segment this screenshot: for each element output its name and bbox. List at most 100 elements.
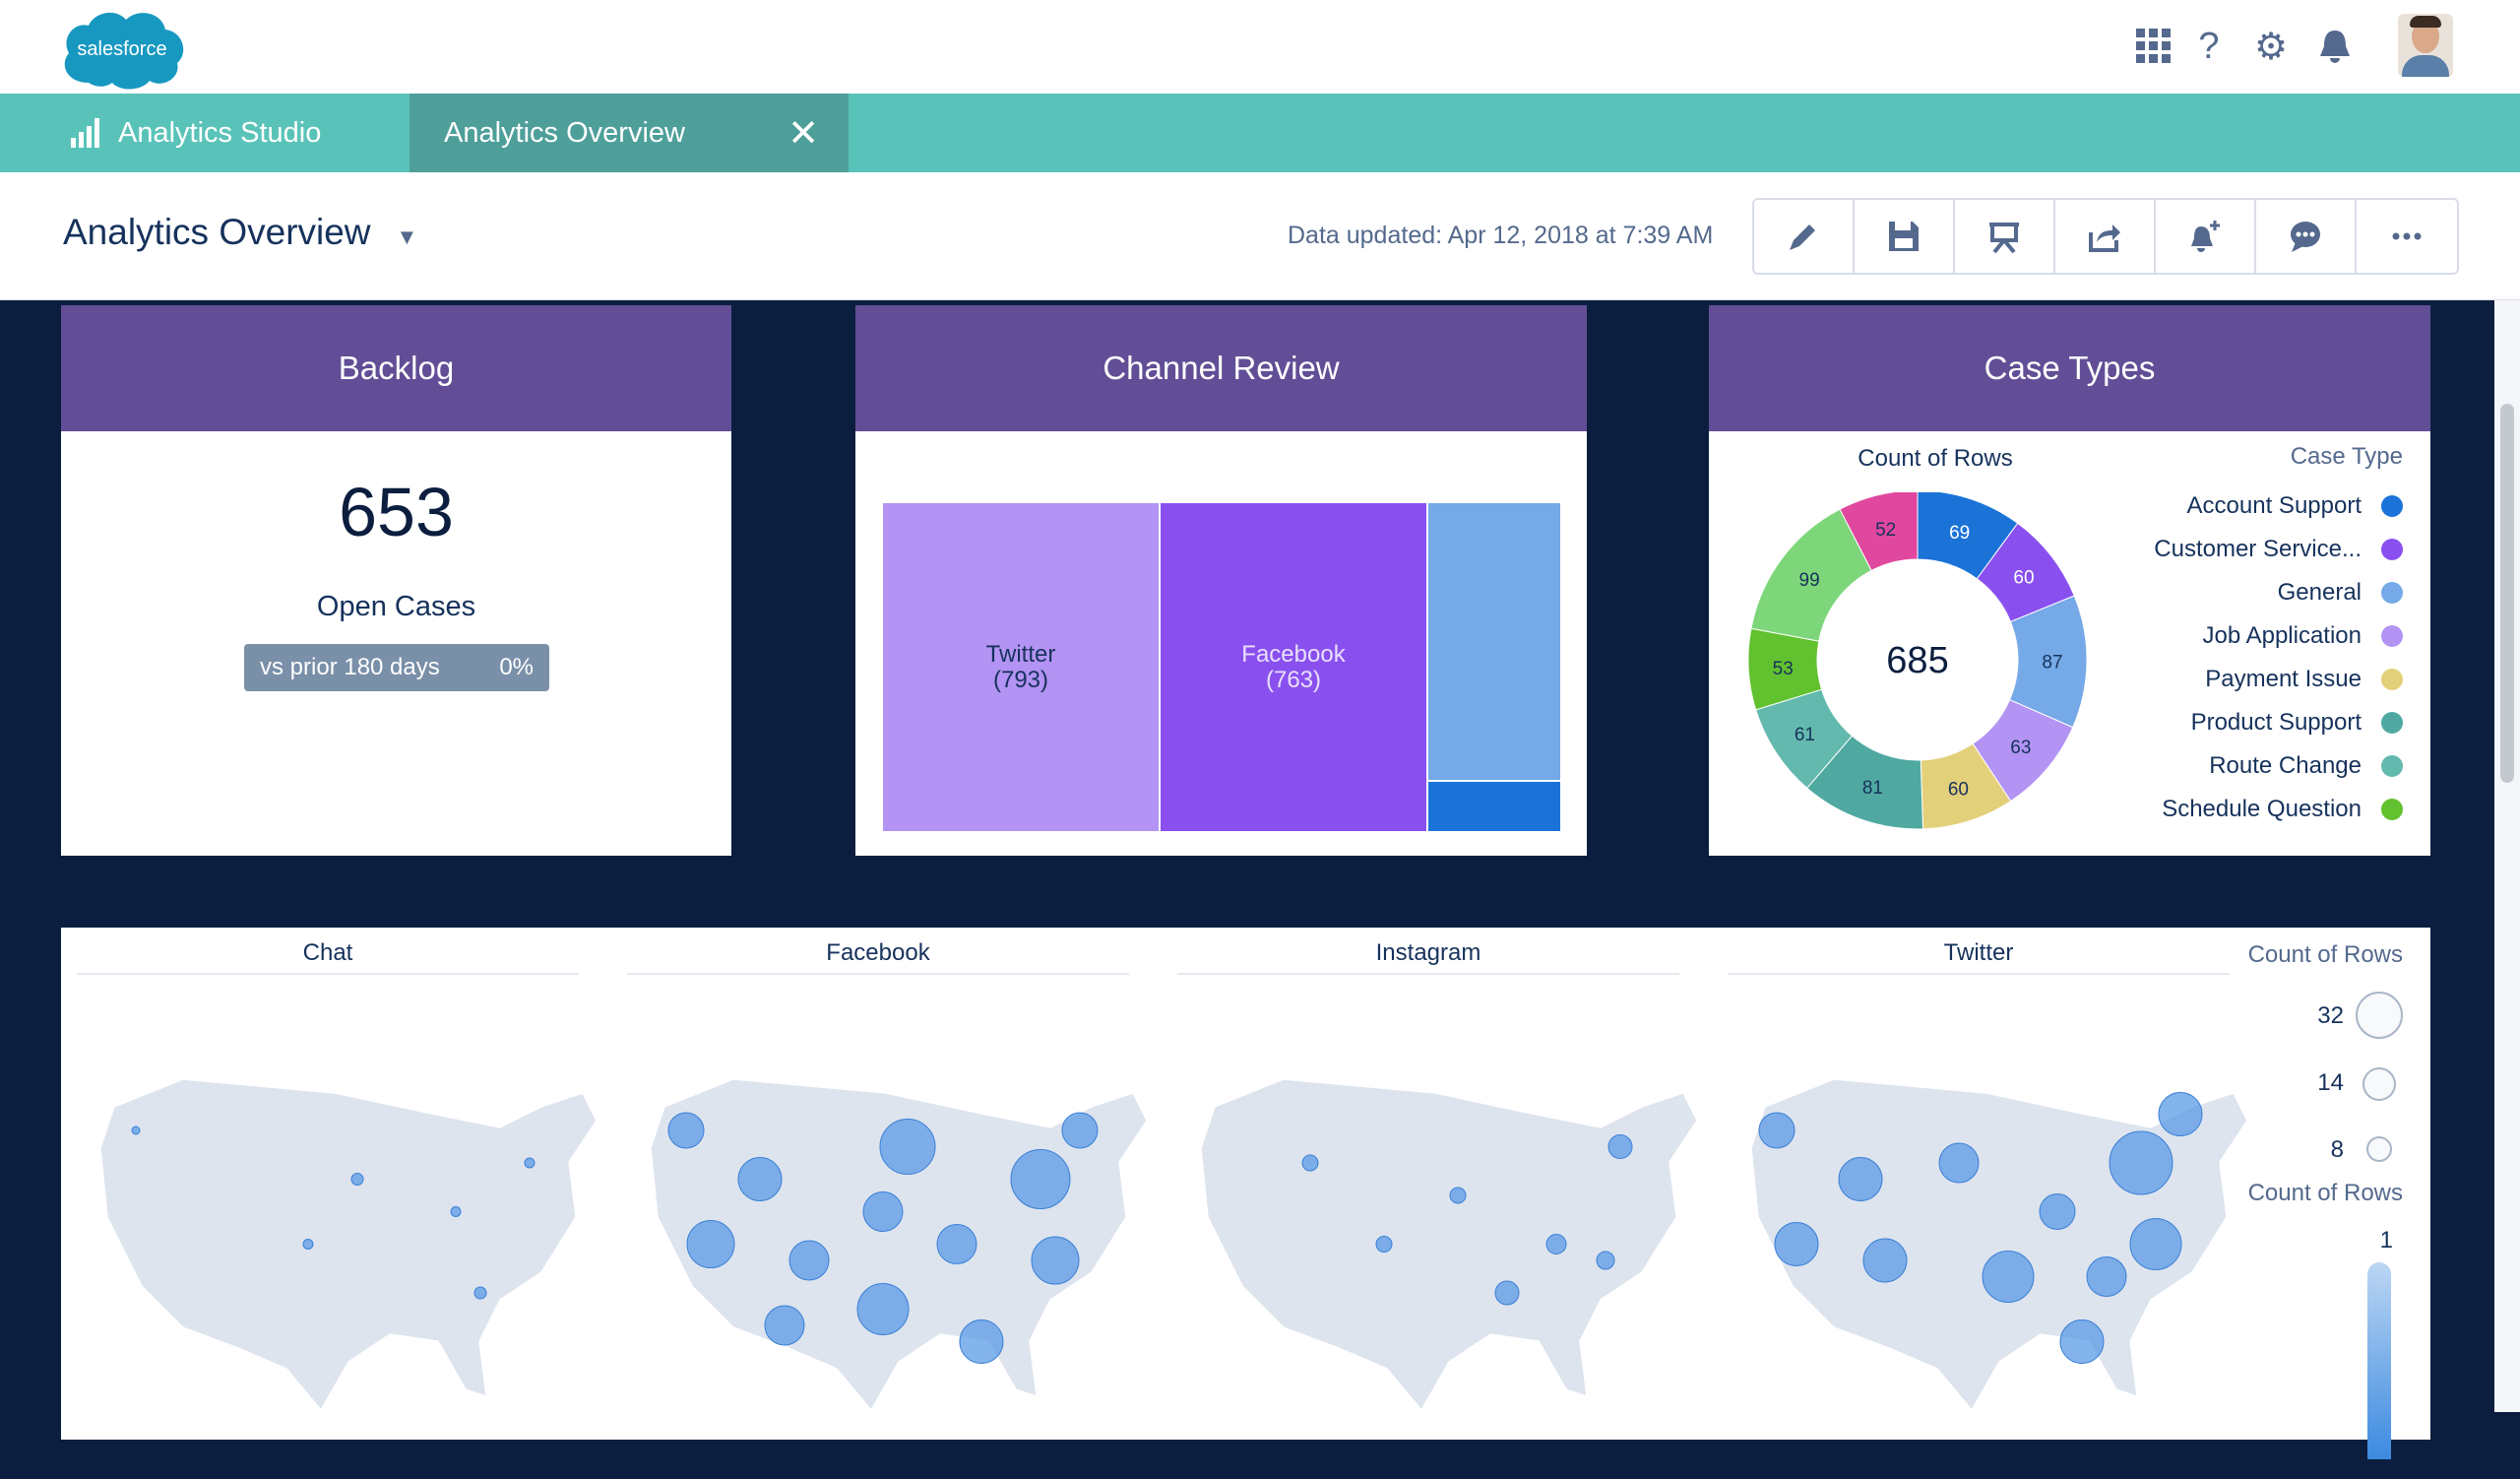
- legend-item[interactable]: General: [2278, 579, 2403, 607]
- map-bubble[interactable]: [737, 1157, 783, 1201]
- edit-pencil-icon: [1790, 225, 1815, 250]
- app-launcher-icon[interactable]: [2129, 22, 2178, 71]
- us-map-instagram[interactable]: [1187, 1065, 1699, 1479]
- map-bubble[interactable]: [1010, 1149, 1071, 1209]
- scrollbar-thumb[interactable]: [2500, 404, 2514, 783]
- channel-review-title: Channel Review: [855, 305, 1587, 431]
- size-legend-circle: [2366, 1136, 2392, 1162]
- map-bubble[interactable]: [2129, 1218, 2182, 1270]
- map-bubble[interactable]: [2086, 1256, 2127, 1297]
- map-bubble[interactable]: [936, 1224, 977, 1264]
- share-icon: [2089, 225, 2120, 252]
- map-bubble[interactable]: [1774, 1222, 1819, 1266]
- map-bubble[interactable]: [959, 1319, 1004, 1364]
- channel-treemap: Twitter (793) Facebook (763): [882, 502, 1561, 832]
- channel-maps-widget: Chat Facebook Instagram Twitter Count of Ro…: [61, 928, 2430, 1459]
- map-bubble[interactable]: [2059, 1319, 2105, 1364]
- map-bubble[interactable]: [862, 1191, 904, 1232]
- donut-title: Count of Rows: [1858, 445, 2013, 472]
- treemap-cell[interactable]: [1427, 502, 1561, 782]
- treemap-cell-facebook[interactable]: Facebook (763): [1160, 502, 1427, 832]
- present-button[interactable]: [1955, 200, 2055, 273]
- legend-title: Case Type: [2290, 443, 2403, 470]
- map-bubble[interactable]: [1938, 1142, 1980, 1184]
- legend-item[interactable]: Customer Service...: [2154, 536, 2403, 563]
- comment-icon: [2291, 222, 2320, 252]
- legend-swatch: [2381, 755, 2403, 777]
- more-button[interactable]: [2357, 200, 2457, 273]
- map-bubble[interactable]: [350, 1173, 364, 1186]
- global-header: salesforce ? ⚙: [0, 0, 2520, 94]
- map-bubble[interactable]: [764, 1305, 805, 1346]
- us-map-facebook[interactable]: [637, 1065, 1149, 1479]
- treemap-cell[interactable]: [1427, 781, 1561, 832]
- tab-analytics-overview[interactable]: Analytics Overview ✕: [410, 94, 849, 172]
- us-map-chat[interactable]: [87, 1065, 598, 1479]
- map-bubble[interactable]: [686, 1220, 735, 1268]
- size-legend-8: 8: [2330, 1136, 2344, 1163]
- map-bubble[interactable]: [1494, 1280, 1520, 1306]
- save-button[interactable]: [1855, 200, 1955, 273]
- setup-gear-icon[interactable]: ⚙: [2246, 22, 2296, 71]
- user-avatar[interactable]: [2398, 14, 2453, 77]
- map-bubble[interactable]: [1862, 1238, 1908, 1283]
- map-bubble[interactable]: [1301, 1154, 1319, 1172]
- map-bubble[interactable]: [1449, 1187, 1467, 1204]
- size-legend-circle: [2362, 1067, 2396, 1101]
- share-button[interactable]: [2055, 200, 2156, 273]
- comparison-badge: vs prior 180 days 0%: [244, 644, 549, 691]
- map-bubble[interactable]: [450, 1206, 462, 1217]
- notifications-bell-icon[interactable]: [2310, 22, 2360, 71]
- color-legend-gradient: [2367, 1262, 2391, 1459]
- comment-button[interactable]: [2256, 200, 2357, 273]
- legend-label: Payment Issue: [2205, 666, 2362, 692]
- map-bubble[interactable]: [788, 1240, 830, 1281]
- us-map-twitter[interactable]: [1737, 1065, 2249, 1479]
- legend-item[interactable]: Route Change: [2209, 752, 2403, 780]
- map-bubble[interactable]: [1031, 1236, 1080, 1285]
- legend-label: Job Application: [2202, 622, 2362, 649]
- map-bubble[interactable]: [1607, 1134, 1633, 1159]
- map-bubble[interactable]: [131, 1125, 141, 1135]
- slice-label: 53: [1773, 659, 1794, 679]
- map-bubble[interactable]: [1375, 1236, 1393, 1253]
- map-bubble[interactable]: [667, 1112, 705, 1149]
- slice-label: 69: [1949, 523, 1970, 544]
- legend-item[interactable]: Job Application: [2203, 622, 2403, 650]
- map-bubble[interactable]: [1596, 1251, 1615, 1270]
- legend-swatch: [2381, 582, 2403, 604]
- map-bubble[interactable]: [524, 1157, 536, 1169]
- help-icon[interactable]: ?: [2184, 22, 2234, 71]
- chevron-down-icon[interactable]: ▼: [397, 225, 418, 249]
- app-name-tab[interactable]: Analytics Studio: [71, 94, 321, 172]
- map-bubble[interactable]: [2039, 1193, 2076, 1230]
- legend-item[interactable]: Account Support: [2187, 492, 2403, 520]
- notify-button[interactable]: [2156, 200, 2256, 273]
- save-icon: [1889, 222, 1919, 251]
- map-bubble[interactable]: [473, 1286, 487, 1300]
- map-bubble[interactable]: [1982, 1251, 2035, 1303]
- notify-icon: [2191, 221, 2220, 252]
- map-bubble[interactable]: [879, 1119, 936, 1175]
- legend-item[interactable]: Schedule Question: [2162, 796, 2403, 823]
- map-bubble[interactable]: [856, 1283, 910, 1335]
- case-types-widget: Case Types Count of Rows 69 60 87 63 60 81 61 5…: [1709, 305, 2430, 856]
- map-title-instagram: Instagram: [1177, 939, 1679, 975]
- close-tab-icon[interactable]: ✕: [788, 111, 819, 156]
- treemap-cell-twitter[interactable]: Twitter (793): [882, 502, 1160, 832]
- map-bubble[interactable]: [1545, 1234, 1567, 1254]
- slice-label: 63: [2010, 738, 2031, 758]
- dashboard-toolbar: [1752, 198, 2459, 275]
- dashboard-title[interactable]: Analytics Overview ▼: [63, 212, 417, 253]
- map-bubble[interactable]: [302, 1239, 314, 1250]
- salesforce-logo[interactable]: salesforce: [59, 6, 187, 91]
- edit-button[interactable]: [1754, 200, 1855, 273]
- map-bubble[interactable]: [1758, 1112, 1796, 1149]
- legend-item[interactable]: Product Support: [2191, 709, 2403, 737]
- map-bubble[interactable]: [2158, 1092, 2203, 1136]
- us-states-shape: [1200, 1078, 1698, 1412]
- map-bubble[interactable]: [1061, 1112, 1099, 1149]
- map-bubble[interactable]: [1838, 1157, 1883, 1201]
- legend-item[interactable]: Payment Issue: [2205, 666, 2403, 693]
- map-bubble[interactable]: [2109, 1130, 2174, 1195]
